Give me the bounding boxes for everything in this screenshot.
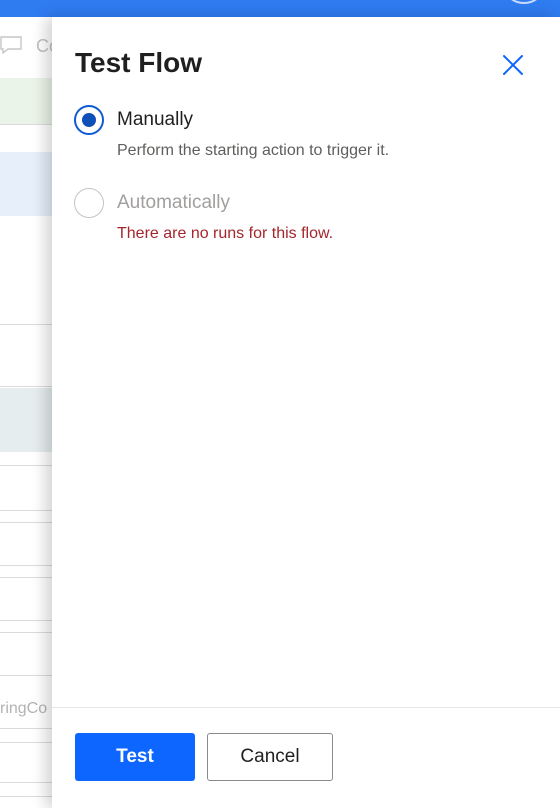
radio-dot [82,113,96,127]
option-automatically[interactable]: Automatically There are no runs for this… [74,188,514,248]
error-message: There are no runs for this flow. [117,225,334,242]
top-bar [0,0,560,17]
radio-manually[interactable] [74,105,104,135]
avatar[interactable] [504,0,544,4]
modal-overlay[interactable] [0,17,52,808]
close-icon [503,55,523,75]
close-button[interactable] [499,51,527,79]
cancel-button[interactable]: Cancel [207,733,333,781]
radio-automatically[interactable] [74,188,104,218]
option-label: Manually [117,109,194,130]
option-manually[interactable]: Manually Perform the starting action to … [74,105,514,165]
test-button[interactable]: Test [75,733,195,781]
option-label: Automatically [117,192,230,213]
panel-title: Test Flow [75,47,203,78]
footer-divider [52,707,560,708]
option-description: Perform the starting action to trigger i… [117,142,390,159]
test-flow-panel: Test Flow Manually Perform the starting … [52,17,560,808]
